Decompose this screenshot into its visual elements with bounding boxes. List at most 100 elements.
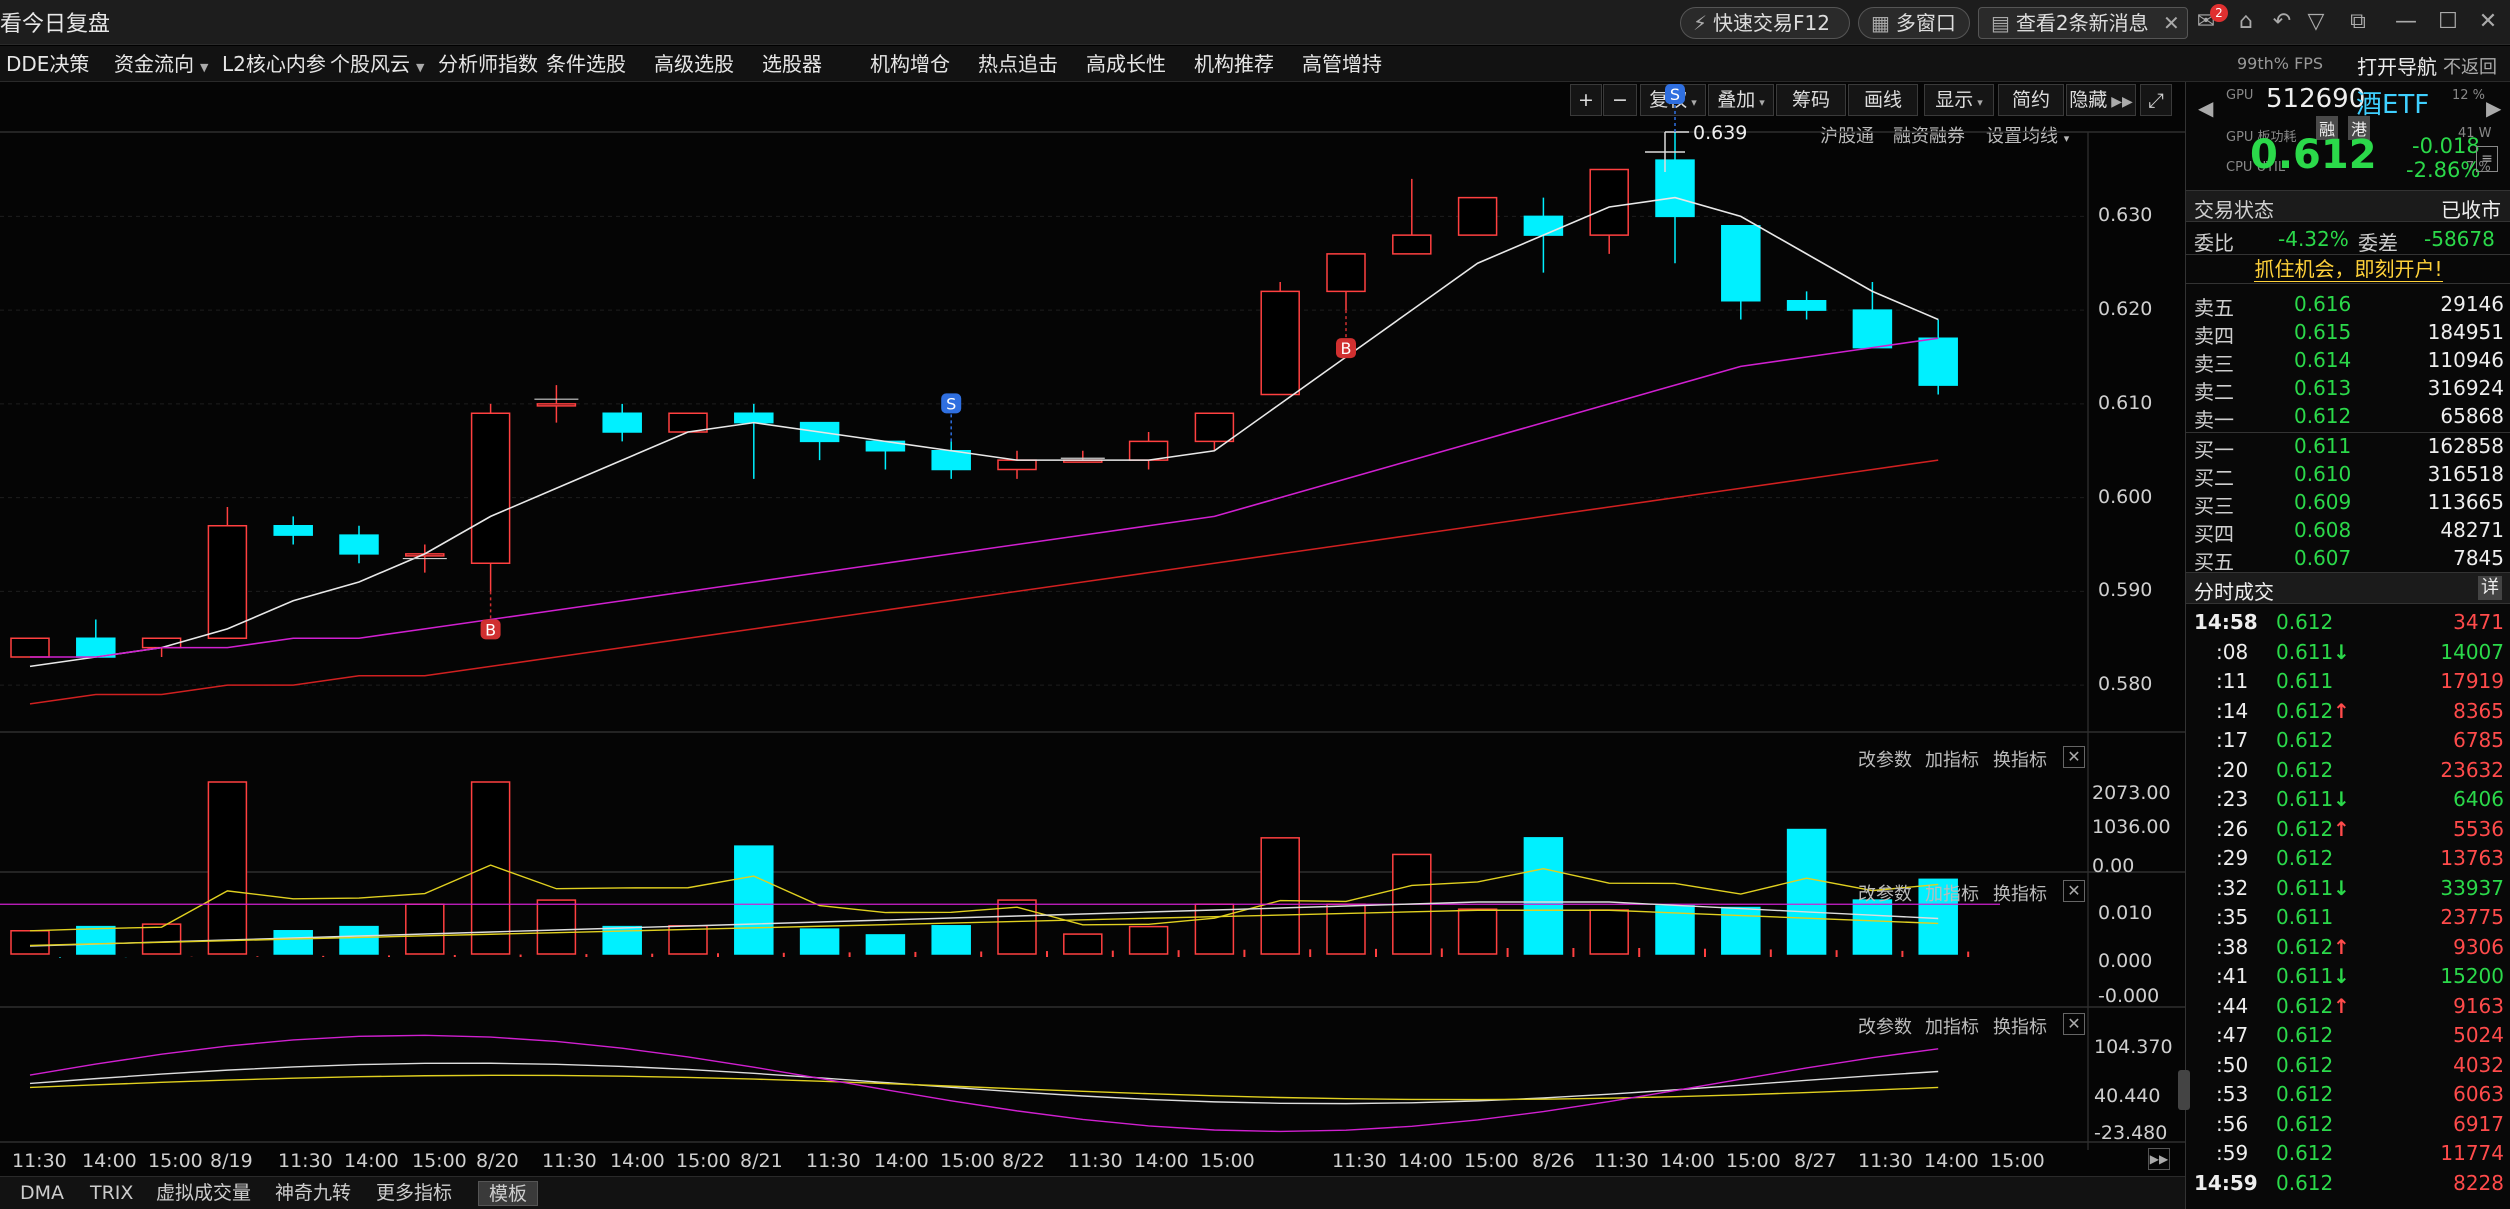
ask-price[interactable]: 0.615	[2294, 320, 2351, 344]
price-chart-svg[interactable]: 0.639 B S B S	[0, 82, 2185, 1176]
candle[interactable]	[1589, 168, 1629, 254]
bid-price[interactable]: 0.611	[2294, 434, 2351, 458]
scroll-right-icon[interactable]: ▶▶	[2148, 1148, 2170, 1170]
volume-bar[interactable]	[141, 923, 182, 955]
candle[interactable]	[1721, 225, 1761, 320]
volume-bar[interactable]	[1523, 837, 1564, 955]
close-panel-icon[interactable]: ✕	[2063, 746, 2085, 768]
tab-virtual-volume[interactable]: 虚拟成交量	[156, 1177, 251, 1209]
menu-item-3[interactable]: 个股风云 ▼	[330, 46, 424, 82]
ask-price[interactable]: 0.612	[2294, 404, 2351, 428]
volume-bar[interactable]	[1063, 933, 1103, 955]
vol-params-link[interactable]: 改参数	[1858, 746, 1912, 772]
candle[interactable]	[668, 412, 708, 433]
candle[interactable]	[339, 525, 379, 564]
candle[interactable]	[1260, 282, 1300, 396]
home-icon[interactable]: ⌂	[2232, 8, 2260, 36]
volume-bar[interactable]	[1786, 828, 1827, 955]
no-back-button[interactable]: 不返回	[2443, 53, 2497, 79]
volume-bar[interactable]	[207, 781, 248, 955]
menu-item-1[interactable]: 资金流向 ▼	[114, 46, 208, 82]
multi-window-button[interactable]: ▦ 多窗口	[1858, 7, 1970, 39]
tab-dma[interactable]: DMA	[20, 1177, 64, 1209]
volume-bar[interactable]	[76, 925, 116, 955]
candle[interactable]	[10, 637, 50, 658]
signal-b-marker[interactable]: B	[1336, 310, 1356, 359]
menu-item-10[interactable]: 高成长性	[1086, 46, 1166, 82]
volume-bar[interactable]	[470, 781, 511, 955]
vol-add-link[interactable]: 加指标	[1925, 746, 1979, 772]
volume-bar[interactable]	[1457, 908, 1498, 955]
candle[interactable]	[207, 507, 248, 639]
ask-price[interactable]: 0.613	[2294, 376, 2351, 400]
macd-params-link[interactable]: 改参数	[1858, 880, 1912, 906]
maximize-icon[interactable]: ☐	[2434, 8, 2462, 36]
volume-bar[interactable]	[10, 930, 50, 955]
menu-item-7[interactable]: 选股器	[762, 46, 822, 82]
open-nav-button[interactable]: 打开导航	[2357, 51, 2437, 80]
close-panel-icon[interactable]: ✕	[2063, 1013, 2085, 1035]
menu-item-2[interactable]: L2核心内参	[222, 46, 326, 82]
menu-item-9[interactable]: 热点追击	[978, 46, 1058, 82]
candle[interactable]	[1326, 253, 1366, 311]
tab-trix[interactable]: TRIX	[90, 1177, 133, 1209]
candle[interactable]	[931, 441, 971, 479]
bid-price[interactable]: 0.608	[2294, 518, 2351, 542]
ask-price[interactable]: 0.616	[2294, 292, 2351, 316]
quick-trade-button[interactable]: ⚡ 快速交易F12	[1680, 7, 1850, 39]
candle[interactable]	[1786, 291, 1827, 320]
close-icon[interactable]: ✕	[2474, 8, 2502, 36]
menu-item-11[interactable]: 机构推荐	[1194, 46, 1274, 82]
candle[interactable]	[1918, 319, 1958, 395]
prev-stock-icon[interactable]: ◀	[2198, 96, 2213, 120]
minimize-icon[interactable]: —	[2392, 8, 2420, 36]
ask-price[interactable]: 0.614	[2294, 348, 2351, 372]
volume-bar[interactable]	[1326, 903, 1366, 955]
candle[interactable]	[470, 403, 511, 592]
kdj-add-link[interactable]: 加指标	[1925, 1013, 1979, 1039]
candle[interactable]	[997, 450, 1037, 479]
volume-bar[interactable]	[865, 934, 906, 955]
filter-icon[interactable]: ▽	[2302, 8, 2330, 36]
volume-bar[interactable]	[1852, 899, 1893, 955]
volume-bar[interactable]	[799, 928, 840, 955]
open-account-link[interactable]: 抓住机会，即刻开户!	[2254, 257, 2443, 282]
candle[interactable]	[799, 421, 840, 461]
menu-item-12[interactable]: 高管增持	[1302, 46, 1382, 82]
volume-bar[interactable]	[405, 903, 445, 955]
candle[interactable]	[865, 440, 906, 470]
macd-add-link[interactable]: 加指标	[1925, 880, 1979, 906]
restore-icon[interactable]: ⧉	[2344, 8, 2372, 36]
vol-change-link[interactable]: 换指标	[1993, 746, 2047, 772]
candle[interactable]	[273, 516, 313, 545]
bid-price[interactable]: 0.609	[2294, 490, 2351, 514]
undo-icon[interactable]: ↶	[2268, 8, 2296, 36]
candle[interactable]	[76, 619, 116, 658]
menu-item-4[interactable]: 分析师指数	[438, 46, 538, 82]
volume-bar[interactable]	[1589, 909, 1629, 955]
macd-change-link[interactable]: 换指标	[1993, 880, 2047, 906]
candle[interactable]	[1194, 412, 1235, 451]
menu-item-5[interactable]: 条件选股	[546, 46, 626, 82]
next-stock-icon[interactable]: ▶	[2486, 96, 2501, 120]
panel-collapse-handle[interactable]	[2178, 1070, 2190, 1110]
tab-template[interactable]: 模板	[478, 1181, 539, 1206]
volume-bar[interactable]	[931, 925, 971, 955]
signal-b-marker[interactable]: B	[480, 591, 501, 640]
candle[interactable]	[1128, 432, 1169, 470]
tab-magic-nine[interactable]: 神奇九转	[275, 1177, 351, 1209]
signal-s-marker[interactable]: S	[941, 393, 962, 442]
volume-bar[interactable]	[536, 899, 577, 955]
volume-bar[interactable]	[339, 925, 379, 955]
volume-bar[interactable]	[734, 845, 774, 955]
menu-item-8[interactable]: 机构增仓	[870, 46, 950, 82]
menu-item-6[interactable]: 高级选股	[654, 46, 734, 82]
ticks-detail-button[interactable]: 详	[2478, 576, 2502, 600]
bid-price[interactable]: 0.607	[2294, 546, 2351, 570]
signal-s-marker[interactable]: S	[1665, 84, 1685, 132]
tab-more-indicators[interactable]: 更多指标	[376, 1177, 452, 1209]
candle[interactable]	[536, 385, 577, 423]
menu-item-0[interactable]: DDE决策	[6, 46, 89, 82]
news-button[interactable]: ▤ 查看2条新消息 ✕	[1978, 7, 2188, 39]
close-panel-icon[interactable]: ✕	[2063, 880, 2085, 902]
